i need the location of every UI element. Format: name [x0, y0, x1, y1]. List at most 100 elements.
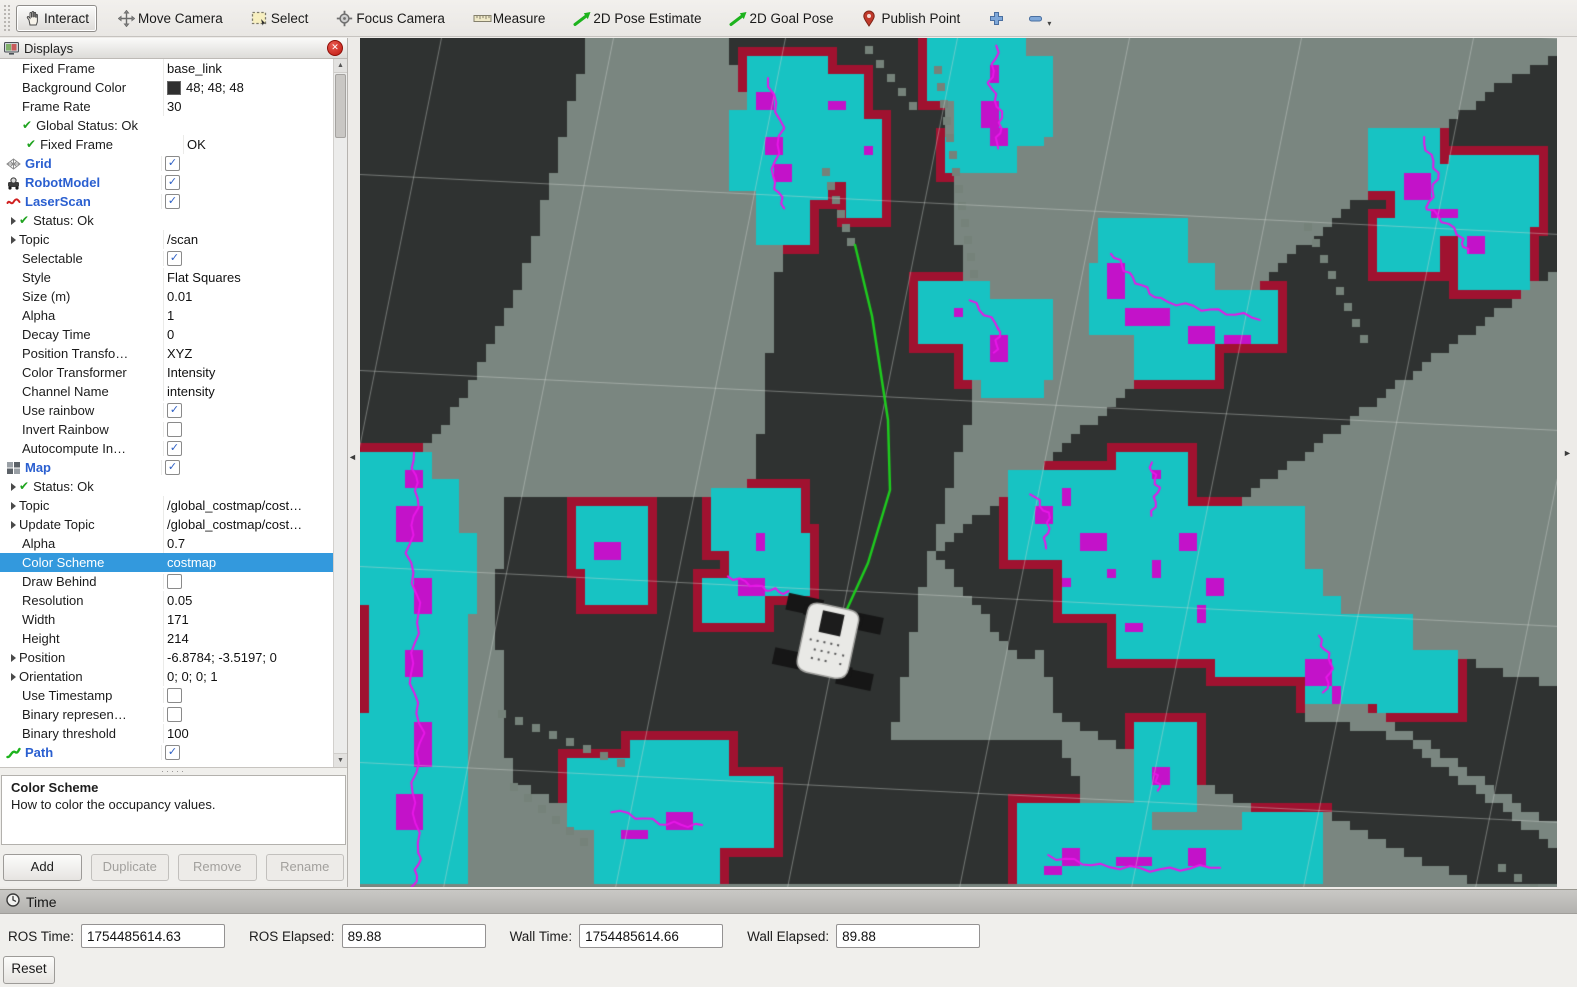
reset-button[interactable]: Reset — [3, 956, 55, 984]
checkbox[interactable]: ✓ — [165, 156, 180, 171]
tree-row-decay-time[interactable]: Decay Time0 — [0, 325, 334, 344]
collapse-left-icon[interactable]: ◄ — [348, 452, 357, 462]
checkbox[interactable]: ✓ — [167, 441, 182, 456]
tree-row-background-color[interactable]: Background Color48; 48; 48 — [0, 78, 334, 97]
property-value: 30 — [167, 97, 181, 116]
3d-viewport[interactable] — [360, 38, 1557, 887]
expander-icon[interactable] — [11, 236, 16, 244]
tree-row-grid[interactable]: Grid ✓ — [0, 154, 334, 173]
tree-row-binary-threshold[interactable]: Binary threshold100 — [0, 724, 334, 743]
checkbox[interactable] — [167, 574, 182, 589]
tree-row-color-scheme[interactable]: Color Schemecostmap — [0, 553, 334, 572]
expander-icon[interactable] — [11, 502, 16, 510]
toolbar-drag-handle[interactable] — [2, 5, 12, 31]
toolbar-button-2d-goal-pose[interactable]: 2D Goal Pose — [722, 6, 840, 31]
tree-row-status-ok[interactable]: ✔Status: Ok — [0, 477, 334, 496]
property-label: LaserScan — [25, 192, 91, 211]
checkbox[interactable]: ✓ — [165, 460, 180, 475]
tree-scrollbar[interactable]: ▲ ▼ — [333, 59, 347, 767]
tree-row-position[interactable]: Position-6.8784; -3.5197; 0 — [0, 648, 334, 667]
tree-row-map[interactable]: Map✓ — [0, 458, 334, 477]
tree-row-use-timestamp[interactable]: Use Timestamp — [0, 686, 334, 705]
toolbar-button-measure[interactable]: Measure — [466, 6, 553, 31]
tree-row-size-m-[interactable]: Size (m)0.01 — [0, 287, 334, 306]
tree-row-update-topic[interactable]: Update Topic/global_costmap/cost… — [0, 515, 334, 534]
tree-row-alpha[interactable]: Alpha1 — [0, 306, 334, 325]
tree-row-fixed-frame[interactable]: Fixed Framebase_link — [0, 59, 334, 78]
property-value: 0.05 — [167, 591, 192, 610]
scroll-down-icon[interactable]: ▼ — [334, 753, 347, 767]
property-label: Selectable — [22, 249, 83, 268]
tree-row-resolution[interactable]: Resolution0.05 — [0, 591, 334, 610]
checkbox[interactable]: ✓ — [167, 403, 182, 418]
tree-row-status-ok[interactable]: ✔Status: Ok — [0, 211, 334, 230]
tree-row-width[interactable]: Width171 — [0, 610, 334, 629]
costmap-render-canvas[interactable] — [360, 38, 1557, 887]
scrollbar-thumb[interactable] — [335, 74, 346, 138]
checkbox[interactable]: ✓ — [165, 745, 180, 760]
toolbar-button-focus-camera[interactable]: Focus Camera — [329, 6, 452, 31]
toolbar-button-interact[interactable]: Interact — [16, 5, 97, 32]
tree-row-robotmodel[interactable]: RobotModel✓ — [0, 173, 334, 192]
property-label: Background Color — [22, 78, 126, 97]
expander-icon[interactable] — [11, 521, 16, 529]
path-icon — [6, 746, 21, 760]
toolbar-button-publish-point[interactable]: Publish Point — [855, 6, 968, 31]
wall-elapsed-input[interactable] — [836, 924, 980, 948]
expander-icon[interactable] — [11, 483, 16, 491]
toolbar-button-select[interactable]: Select — [244, 6, 316, 31]
tree-row-global-status-ok[interactable]: ✔Global Status: Ok — [0, 116, 334, 135]
checkbox[interactable] — [167, 707, 182, 722]
property-label: Topic — [19, 496, 49, 515]
property-value: 1 — [167, 306, 174, 325]
property-label: Position Transfo… — [22, 344, 128, 363]
toolbar-button-move-camera[interactable]: Move Camera — [111, 6, 230, 31]
property-label: Grid — [25, 154, 52, 173]
ruler-icon — [473, 10, 490, 27]
checkbox[interactable]: ✓ — [165, 175, 180, 190]
tree-row-alpha[interactable]: Alpha0.7 — [0, 534, 334, 553]
panel-splitter-handle[interactable]: ····· — [0, 768, 347, 775]
wall-time-input[interactable] — [579, 924, 723, 948]
tree-row-channel-name[interactable]: Channel Nameintensity — [0, 382, 334, 401]
collapse-right-icon[interactable]: ► — [1563, 448, 1572, 458]
toolbar-button-plus[interactable] — [981, 6, 1012, 31]
tree-row-position-transfo-[interactable]: Position Transfo… XYZ — [0, 344, 334, 363]
property-value: 0.01 — [167, 287, 192, 306]
tree-row-path[interactable]: Path✓ — [0, 743, 334, 762]
checkbox[interactable] — [167, 688, 182, 703]
tree-row-use-rainbow[interactable]: Use rainbow✓ — [0, 401, 334, 420]
grid-icon — [6, 157, 21, 171]
expander-icon[interactable] — [11, 217, 16, 225]
tree-row-laserscan[interactable]: LaserScan ✓ — [0, 192, 334, 211]
add-button[interactable]: Add — [3, 854, 82, 881]
tree-row-orientation[interactable]: Orientation0; 0; 0; 1 — [0, 667, 334, 686]
time-panel: Time ROS Time:ROS Elapsed:Wall Time:Wall… — [0, 889, 1577, 987]
toolbar-button-minus[interactable]: ▾ — [1020, 6, 1058, 31]
expander-icon[interactable] — [11, 673, 16, 681]
tree-row-binary-represen-[interactable]: Binary represen… — [0, 705, 334, 724]
ros-elapsed-input[interactable] — [342, 924, 486, 948]
expander-icon[interactable] — [11, 654, 16, 662]
close-icon[interactable]: ✕ — [327, 40, 343, 56]
checkbox[interactable] — [167, 422, 182, 437]
tree-row-style[interactable]: StyleFlat Squares — [0, 268, 334, 287]
tree-row-selectable[interactable]: Selectable ✓ — [0, 249, 334, 268]
color-swatch[interactable] — [167, 81, 181, 95]
tree-row-topic[interactable]: Topic/global_costmap/cost… — [0, 496, 334, 515]
tree-row-autocompute-in-[interactable]: Autocompute In…✓ — [0, 439, 334, 458]
ros-time-input[interactable] — [81, 924, 225, 948]
property-value: XYZ — [167, 344, 192, 363]
toolbar-button-2d-pose-estimate[interactable]: 2D Pose Estimate — [566, 6, 708, 31]
tree-row-topic[interactable]: Topic/scan — [0, 230, 334, 249]
tree-row-fixed-frame[interactable]: ✔Fixed FrameOK — [0, 135, 334, 154]
minus-icon — [1027, 10, 1044, 27]
tree-row-invert-rainbow[interactable]: Invert Rainbow — [0, 420, 334, 439]
tree-row-height[interactable]: Height214 — [0, 629, 334, 648]
checkbox[interactable]: ✓ — [165, 194, 180, 209]
checkbox[interactable]: ✓ — [167, 251, 182, 266]
tree-row-frame-rate[interactable]: Frame Rate30 — [0, 97, 334, 116]
tree-row-color-transformer[interactable]: Color TransformerIntensity — [0, 363, 334, 382]
scroll-up-icon[interactable]: ▲ — [334, 59, 347, 73]
tree-row-draw-behind[interactable]: Draw Behind — [0, 572, 334, 591]
